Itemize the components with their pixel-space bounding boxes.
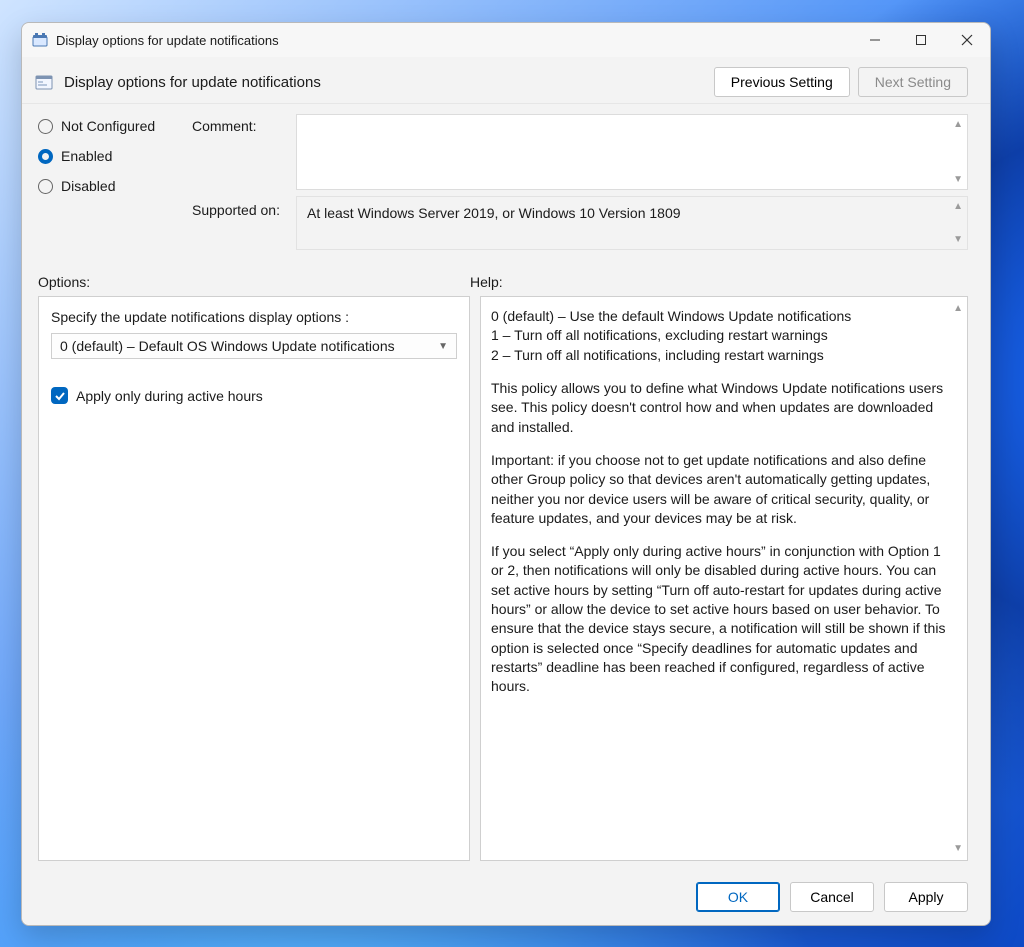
app-icon: [32, 32, 48, 48]
radio-icon: [38, 179, 53, 194]
radio-disabled[interactable]: Disabled: [38, 178, 188, 194]
apply-button[interactable]: Apply: [884, 882, 968, 912]
policy-title: Display options for update notifications: [64, 74, 706, 91]
header-row: Display options for update notifications…: [22, 57, 990, 104]
chevron-up-icon: ▲: [953, 303, 963, 314]
chevron-down-icon: ▼: [953, 843, 963, 854]
previous-setting-button[interactable]: Previous Setting: [714, 67, 850, 97]
supported-on-label: Supported on:: [192, 196, 292, 218]
radio-icon: [38, 149, 53, 164]
dropdown-value: 0 (default) – Default OS Windows Update …: [60, 338, 395, 354]
window-title: Display options for update notifications: [56, 33, 852, 48]
checkbox-label: Apply only during active hours: [76, 388, 263, 404]
section-headers: Options: Help:: [22, 268, 990, 296]
radio-label: Disabled: [61, 178, 115, 194]
help-pane: ▲ ▼ 0 (default) – Use the default Window…: [480, 296, 968, 861]
chevron-up-icon: ▲: [953, 119, 963, 130]
configuration-area: Not Configured Enabled Disabled Comment:…: [22, 104, 990, 268]
desktop-wallpaper: Display options for update notifications: [0, 0, 1024, 947]
options-header: Options:: [38, 274, 470, 290]
help-paragraph: 0 (default) – Use the default Windows Up…: [491, 307, 951, 365]
minimize-button[interactable]: [852, 23, 898, 57]
chevron-down-icon: ▼: [953, 174, 963, 185]
checkbox-checked-icon: [51, 387, 68, 404]
policy-icon: [34, 72, 54, 92]
cancel-button[interactable]: Cancel: [790, 882, 874, 912]
help-paragraph: Important: if you choose not to get upda…: [491, 451, 951, 528]
radio-not-configured[interactable]: Not Configured: [38, 118, 188, 134]
ok-button[interactable]: OK: [696, 882, 780, 912]
close-button[interactable]: [944, 23, 990, 57]
comment-textbox[interactable]: ▲ ▼: [296, 114, 968, 190]
policy-dialog-window: Display options for update notifications: [21, 22, 991, 926]
radio-label: Not Configured: [61, 118, 155, 134]
comment-label: Comment:: [192, 114, 292, 134]
supported-on-textbox: At least Windows Server 2019, or Windows…: [296, 196, 968, 250]
radio-icon: [38, 119, 53, 134]
help-text: 0 (default) – Use the default Windows Up…: [491, 307, 951, 697]
maximize-button[interactable]: [898, 23, 944, 57]
help-paragraph: This policy allows you to define what Wi…: [491, 379, 951, 437]
radio-label: Enabled: [61, 148, 112, 164]
chevron-down-icon: ▼: [953, 234, 963, 245]
dropdown-label: Specify the update notifications display…: [51, 309, 457, 325]
supported-on-value: At least Windows Server 2019, or Windows…: [307, 205, 681, 221]
next-setting-button[interactable]: Next Setting: [858, 67, 968, 97]
options-pane: Specify the update notifications display…: [38, 296, 470, 861]
notifications-dropdown[interactable]: 0 (default) – Default OS Windows Update …: [51, 333, 457, 359]
chevron-up-icon: ▲: [953, 201, 963, 212]
help-paragraph: If you select “Apply only during active …: [491, 542, 951, 697]
help-header: Help:: [470, 274, 503, 290]
dialog-footer: OK Cancel Apply: [22, 869, 990, 925]
radio-enabled[interactable]: Enabled: [38, 148, 188, 164]
titlebar[interactable]: Display options for update notifications: [22, 23, 990, 57]
chevron-down-icon: ▼: [438, 341, 448, 352]
active-hours-checkbox[interactable]: Apply only during active hours: [51, 387, 457, 404]
